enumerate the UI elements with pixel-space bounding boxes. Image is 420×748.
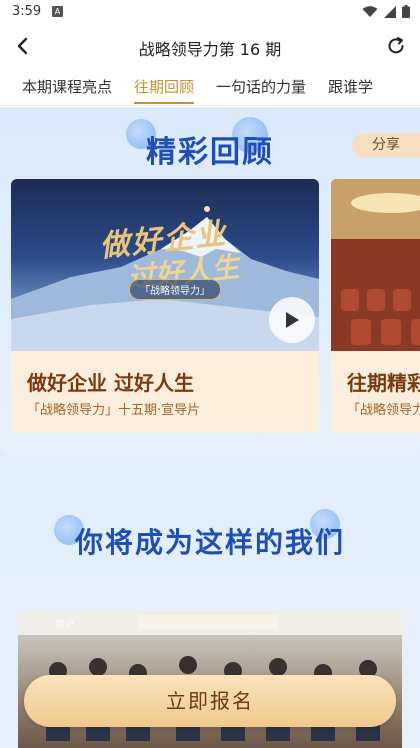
card-title: 做好企业 过好人生 [27, 371, 194, 395]
promo-tag: 「战略领导力」 [129, 279, 221, 300]
tab-power-of-words[interactable]: 一句话的力量 [216, 68, 306, 105]
status-icons [362, 5, 410, 18]
wifi-icon [362, 5, 378, 17]
tab-bar: 本期课程亮点 往期回顾 一句话的力量 跟谁学 [0, 68, 420, 106]
conference-hall-illustration [331, 179, 420, 351]
play-button[interactable] [269, 297, 315, 343]
page-title: 战略领导力第 16 期 [138, 40, 282, 59]
signal-icon [384, 5, 396, 18]
refresh-button[interactable] [382, 32, 410, 60]
title-bar: 战略领导力第 16 期 [0, 24, 420, 68]
card-title: 往期精彩 [347, 371, 420, 395]
tab-course-highlights[interactable]: 本期课程亮点 [22, 68, 112, 105]
share-button[interactable]: 分享 [352, 133, 420, 157]
play-icon [286, 312, 299, 328]
register-button[interactable]: 立即报名 [24, 675, 396, 727]
photo-watermark: 智识 [56, 620, 75, 630]
video-card[interactable]: 做好企业 过好人生 「战略领导力」 做好企业 过好人生 「战略领导力」十五期·宣… [11, 179, 319, 433]
card-subtitle: 「战略领导力」十五期·宣导片 [27, 403, 201, 418]
video-thumbnail: 做好企业 过好人生 「战略领导力」 [11, 179, 319, 351]
refresh-icon [388, 37, 404, 54]
card-subtitle: 「战略领导力」 [347, 403, 420, 418]
status-bar: 3:59 A [0, 0, 420, 24]
notification-icon: A [52, 6, 63, 17]
section-title-become: 你将成为这样的我们 [74, 526, 345, 559]
video-thumbnail [331, 179, 420, 351]
content-area[interactable]: 精彩回顾 分享 做好企业 过好人生 「战略领导力」 做好企业 过好人生 「战略领… [0, 107, 420, 748]
video-card[interactable]: 往期精彩 「战略领导力」 [331, 179, 420, 433]
battery-icon [402, 5, 410, 18]
tab-learn-from[interactable]: 跟谁学 [328, 68, 373, 105]
tab-past-review[interactable]: 往期回顾 [134, 68, 195, 105]
status-time: 3:59 [12, 4, 42, 19]
